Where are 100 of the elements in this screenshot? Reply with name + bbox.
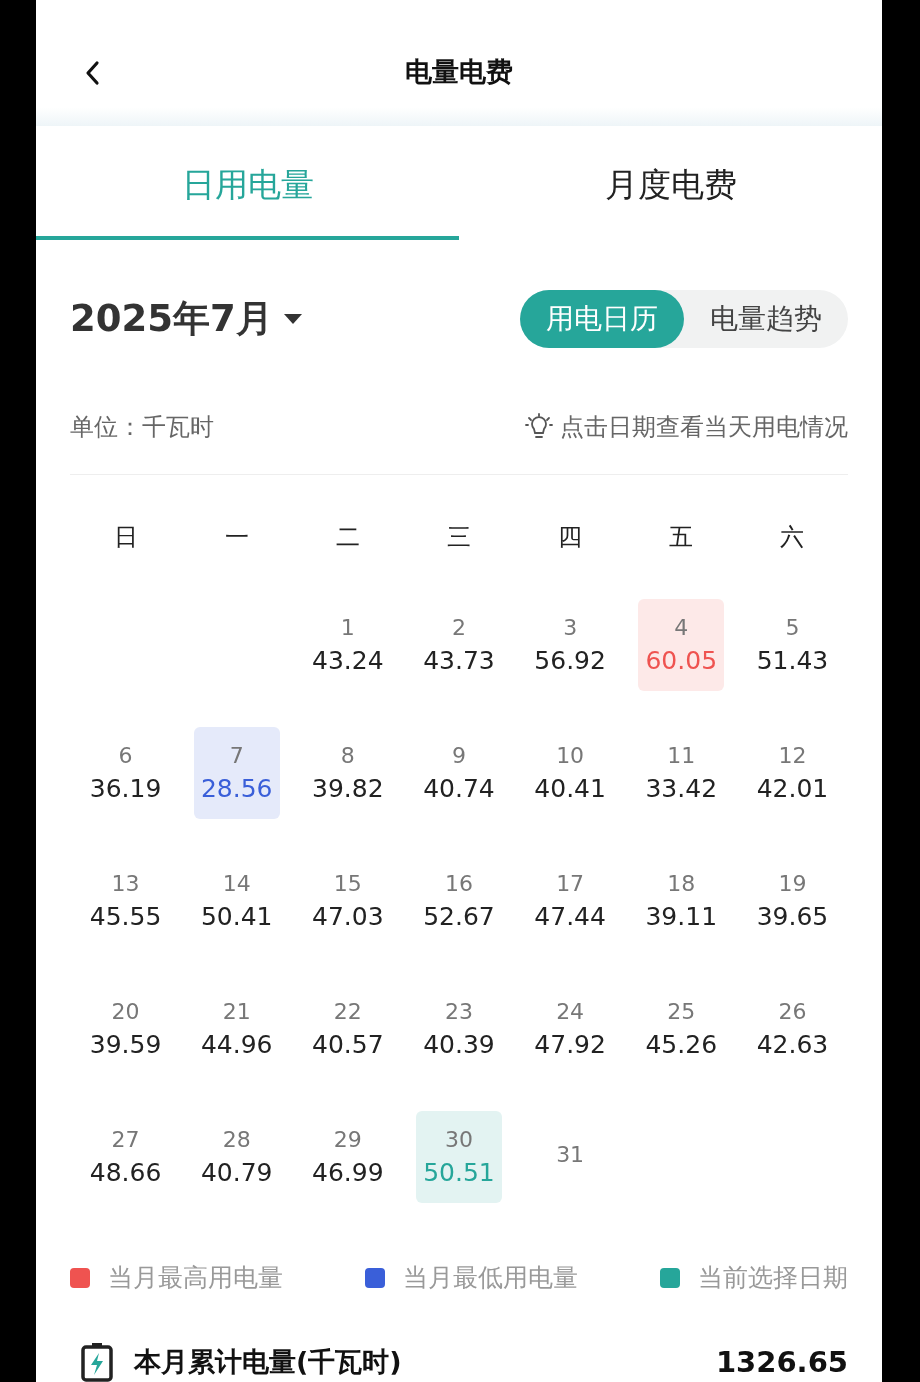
day-number: 26 — [778, 999, 807, 1024]
day-number: 27 — [111, 1127, 140, 1152]
usage-value: 45.26 — [645, 1030, 718, 1059]
usage-value: 56.92 — [534, 646, 606, 675]
calendar-day[interactable]: 1 43.24 — [304, 599, 391, 691]
usage-value: 39.65 — [756, 902, 829, 931]
calendar-day[interactable]: 14 50.41 — [193, 855, 280, 947]
day-number: 24 — [556, 999, 585, 1024]
calendar-day[interactable]: 5 51.43 — [749, 599, 836, 691]
day-number: 21 — [222, 999, 251, 1024]
day-number: 13 — [111, 871, 140, 896]
calendar-day[interactable]: 11 33.42 — [638, 727, 725, 819]
day-number: 25 — [667, 999, 696, 1024]
calendar-day[interactable]: 26 42.63 — [749, 983, 836, 1075]
day-number: 10 — [556, 743, 585, 768]
calendar-day[interactable]: 27 48.66 — [82, 1111, 169, 1203]
calendar-day[interactable]: 6 36.19 — [82, 727, 169, 819]
calendar-day[interactable]: 3 56.92 — [527, 599, 614, 691]
usage-value: 39.82 — [312, 774, 384, 803]
back-icon[interactable] — [84, 60, 100, 86]
calendar-day[interactable]: 21 44.96 — [193, 983, 280, 1075]
calendar-day[interactable]: 2 43.73 — [416, 599, 502, 691]
calendar-day[interactable]: 7 28.56 — [193, 727, 280, 819]
usage-value: 45.55 — [89, 902, 162, 931]
usage-value: 39.59 — [89, 1030, 162, 1059]
calendar-day[interactable]: 16 52.67 — [416, 855, 502, 947]
legend-label: 当月最低用电量 — [403, 1262, 578, 1294]
calendar-day[interactable]: 23 40.39 — [416, 983, 502, 1075]
calendar-day[interactable]: 18 39.11 — [638, 855, 725, 947]
usage-value: 52.67 — [423, 902, 495, 931]
usage-value: 40.74 — [423, 774, 495, 803]
calendar-day[interactable]: 31 — [527, 1111, 614, 1203]
day-number: 15 — [333, 871, 362, 896]
day-number: 9 — [452, 743, 466, 768]
battery-icon — [80, 1342, 114, 1382]
calendar-day[interactable]: 20 39.59 — [82, 983, 169, 1075]
usage-value: 44.96 — [200, 1030, 273, 1059]
weekday-label: 一 — [224, 522, 249, 553]
weekday-label: 五 — [669, 522, 694, 553]
usage-value: 47.03 — [312, 902, 384, 931]
day-number: 14 — [222, 871, 251, 896]
day-number: 1 — [340, 615, 355, 640]
usage-value: 50.51 — [423, 1158, 495, 1187]
calendar-day[interactable]: 12 42.01 — [749, 727, 836, 819]
day-number: 19 — [778, 871, 807, 896]
day-number: 11 — [667, 743, 696, 768]
day-number: 29 — [333, 1127, 362, 1152]
usage-value: 43.73 — [423, 646, 495, 675]
day-number: 22 — [333, 999, 362, 1024]
calendar-day[interactable]: 10 40.41 — [527, 727, 614, 819]
calendar-day[interactable]: 4 60.05 — [638, 599, 725, 691]
calendar-day[interactable]: 13 45.55 — [82, 855, 169, 947]
usage-value: 40.57 — [312, 1030, 384, 1059]
day-number: 30 — [445, 1127, 473, 1152]
calendar-day[interactable]: 9 40.74 — [416, 727, 502, 819]
calendar-day[interactable]: 25 45.26 — [638, 983, 725, 1075]
calendar-day[interactable]: 8 39.82 — [304, 727, 391, 819]
toggle-option[interactable]: 电量趋势 — [684, 290, 848, 348]
day-number: 20 — [111, 999, 140, 1024]
weekday-label: 三 — [447, 522, 471, 553]
day-number: 12 — [778, 743, 807, 768]
usage-value: 40.41 — [534, 774, 606, 803]
usage-value: 28.56 — [200, 774, 273, 803]
day-number: 8 — [340, 743, 355, 768]
usage-value: 50.41 — [200, 902, 273, 931]
calendar-day[interactable]: 28 40.79 — [193, 1111, 280, 1203]
usage-value: 47.92 — [534, 1030, 606, 1059]
usage-value: 42.63 — [756, 1030, 829, 1059]
weekday-label: 二 — [335, 522, 360, 553]
calendar-day[interactable]: 22 40.57 — [304, 983, 391, 1075]
calendar-day[interactable]: 24 47.92 — [527, 983, 614, 1075]
legend-label: 当月最高用电量 — [108, 1262, 283, 1294]
usage-value: 48.66 — [89, 1158, 162, 1187]
usage-value: 43.24 — [312, 646, 384, 675]
usage-value: 42.01 — [756, 774, 829, 803]
day-number: 31 — [556, 1141, 585, 1167]
total-value: 1326.65 — [715, 1345, 848, 1379]
calendar-day[interactable]: 19 39.65 — [749, 855, 836, 947]
day-number: 28 — [222, 1127, 251, 1152]
unit-label: 单位：千瓦时 — [70, 412, 214, 443]
calendar-day[interactable]: 17 47.44 — [527, 855, 614, 947]
day-number: 2 — [452, 615, 466, 640]
legend-label: 当前选择日期 — [698, 1262, 848, 1294]
usage-value: 46.99 — [312, 1158, 384, 1187]
day-number: 6 — [118, 743, 133, 768]
day-number: 17 — [556, 871, 585, 896]
usage-value: 40.79 — [200, 1158, 273, 1187]
hint-text: 点击日期查看当天用电情况 — [560, 412, 848, 443]
month-picker[interactable]: 2025年7月 — [70, 294, 303, 344]
usage-value: 51.43 — [756, 646, 829, 675]
usage-value: 60.05 — [645, 646, 718, 675]
calendar-day[interactable]: 30 50.51 — [416, 1111, 502, 1203]
calendar-day[interactable]: 29 46.99 — [304, 1111, 391, 1203]
day-number: 18 — [667, 871, 696, 896]
calendar-day[interactable]: 15 47.03 — [304, 855, 391, 947]
day-number: 3 — [563, 615, 578, 640]
weekday-label: 日 — [113, 522, 138, 553]
caret-icon — [282, 313, 303, 325]
page-title: 电量电费 — [404, 55, 514, 89]
usage-value: 40.39 — [423, 1030, 495, 1059]
